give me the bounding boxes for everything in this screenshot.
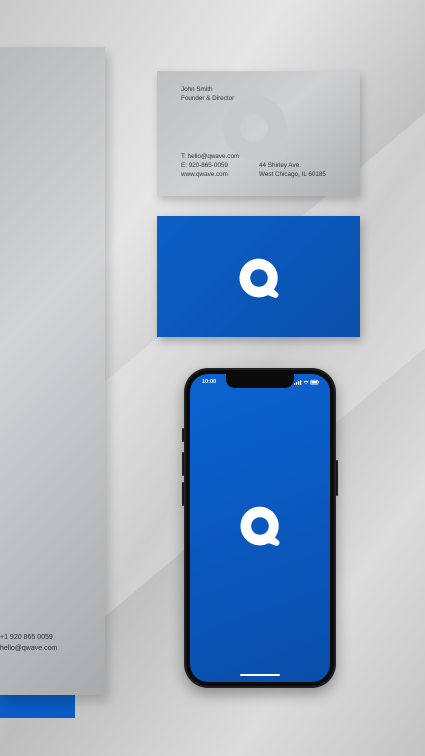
card-phone: T: hello@qwave.com [181,153,240,160]
card-website: www.qwave.com [181,171,228,178]
card-address-line1: 44 Shirley Ave. [259,162,301,169]
letterhead-email: hello@qwave.com [0,645,58,652]
power-button [336,460,338,496]
home-indicator [240,673,280,676]
card-name: John Smith [181,86,213,93]
q-logo-icon [239,258,279,298]
phone-screen: 10:00 [190,374,330,682]
q-logo-icon [240,506,280,546]
letterhead-phone: +1 920 865 0059 [0,634,53,641]
status-icons [294,379,320,385]
phone-notch [226,374,294,388]
card-title: Founder & Director [181,95,235,102]
battery-icon [310,379,320,385]
mute-switch [182,428,184,442]
wifi-icon [303,380,309,385]
signal-icon [294,380,302,385]
volume-down-button [182,482,184,506]
status-time: 10:00 [202,379,217,385]
card-email: E: 920-865-0059 [181,162,228,169]
smartphone: 10:00 [182,368,338,688]
card-address-line2: West Chicago, IL 60185 [259,171,326,178]
business-card-back [157,216,360,337]
volume-up-button [182,452,184,476]
business-card-front: John Smith Founder & Director T: hello@q… [157,71,360,196]
letterhead-sheet: +1 920 865 0059 hello@qwave.com [0,47,105,695]
